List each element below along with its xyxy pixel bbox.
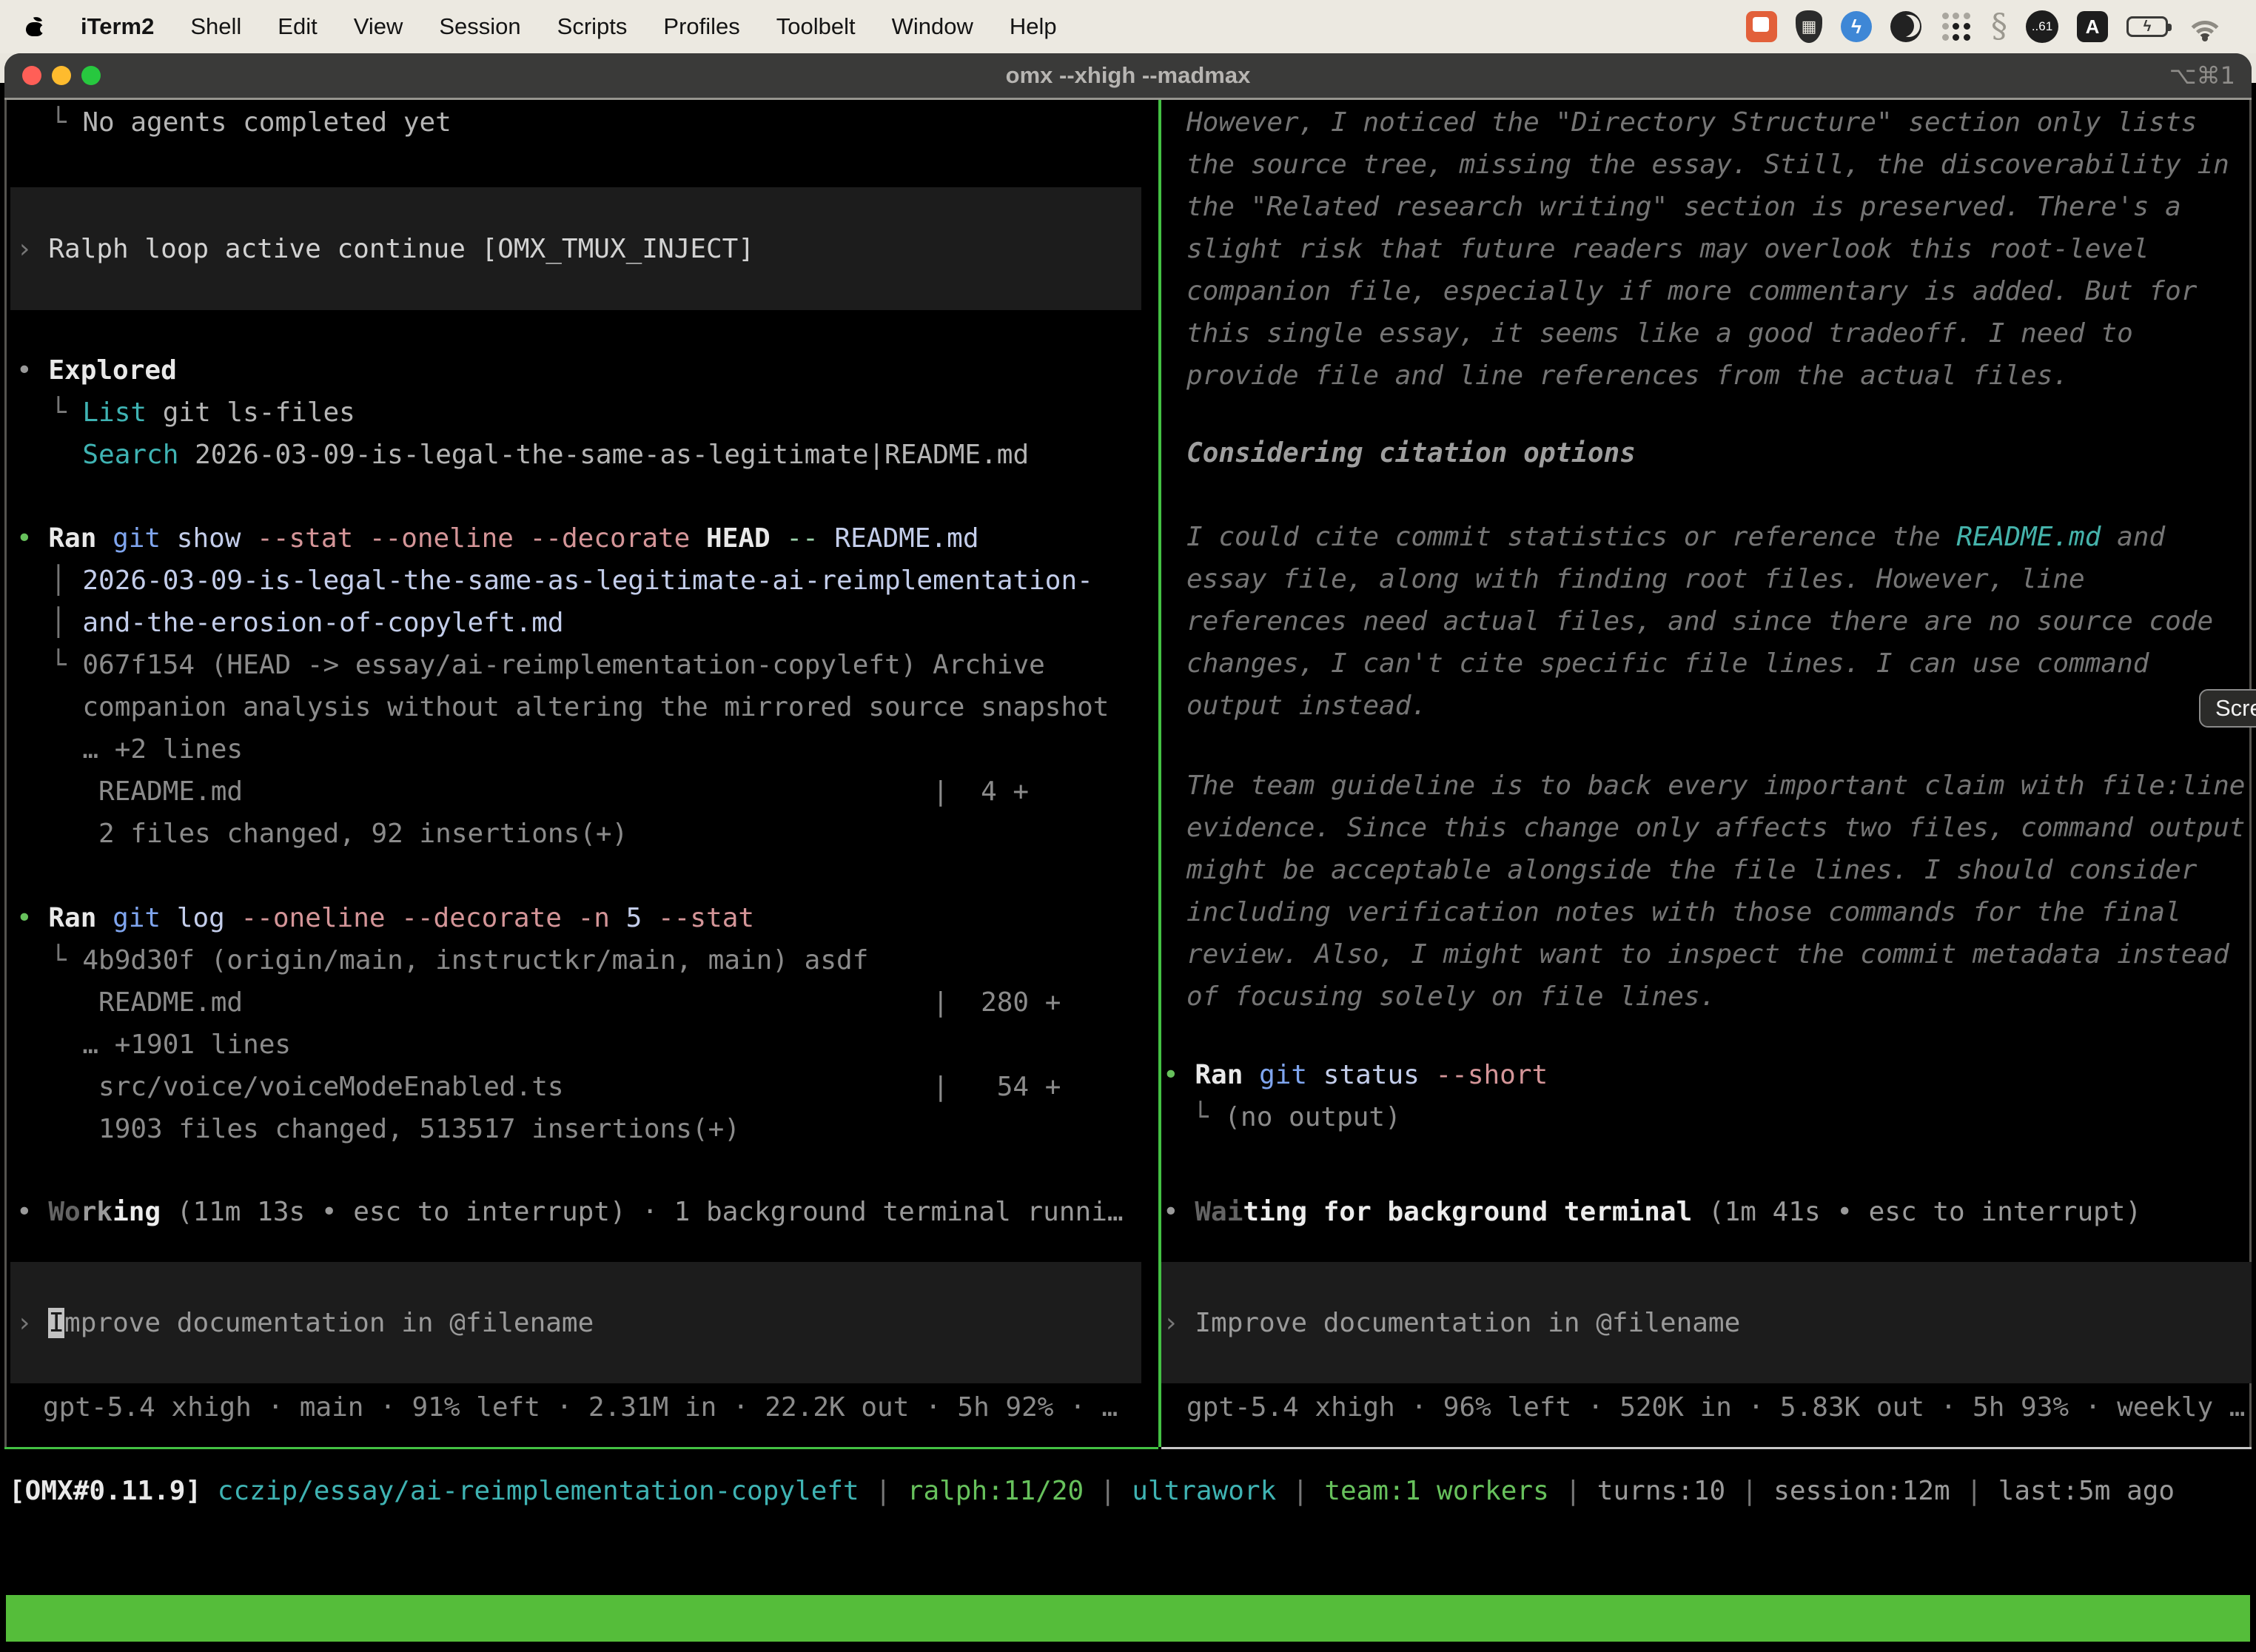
git-log-output-1: └ 4b9d30f (origin/main, instructkr/main,… xyxy=(50,939,868,981)
left-terminal-pane[interactable]: └ No agents completed yet › Ralph loop a… xyxy=(7,100,1158,1447)
tmux-session-window[interactable]: [omx-cczip0:bash* xyxy=(12,1642,284,1652)
git-show-arg-line-2: │ and-the-erosion-of-copyleft.md xyxy=(50,602,564,644)
explored-search-line: Search 2026-03-09-is-legal-the-same-as-l… xyxy=(50,434,1029,476)
reasoning-para3-line5: review. Also, I might want to inspect th… xyxy=(1186,933,2229,976)
reasoning-para3-line6: of focusing solely on file lines. xyxy=(1186,976,1716,1018)
text-cursor: I xyxy=(48,1308,64,1338)
menu-item-session[interactable]: Session xyxy=(439,0,520,53)
right-terminal-pane[interactable]: However, I noticed the "Directory Struct… xyxy=(1161,100,2252,1447)
reasoning-para2-line4: changes, I can't cite specific file line… xyxy=(1186,642,2149,685)
menu-item-edit[interactable]: Edit xyxy=(278,0,317,53)
menu-item-scripts[interactable]: Scripts xyxy=(557,0,628,53)
turns-counter: turns:10 xyxy=(1597,1476,1725,1506)
reasoning-para3-line4: including verification notes with those … xyxy=(1186,891,2181,933)
git-log-command-line: • Ran git log --oneline --decorate -n 5 … xyxy=(16,897,754,939)
input-source-icon[interactable]: A xyxy=(2077,11,2108,42)
pane-bottom-border-left xyxy=(4,1447,1158,1449)
reasoning-para3-line2: evidence. Since this change only affects… xyxy=(1186,807,2245,849)
git-show-output-5: 2 files changed, 92 insertions(+) xyxy=(50,813,628,855)
reasoning-para1-line4: slight risk that future readers may over… xyxy=(1186,228,2149,270)
shield-grid-icon[interactable]: ▦ xyxy=(1796,10,1822,43)
reasoning-para1-line7: provide file and line references from th… xyxy=(1186,355,2069,397)
inject-message-box[interactable]: › Ralph loop active continue [OMX_TMUX_I… xyxy=(10,187,1141,310)
menu-bar: iTerm2 Shell Edit View Session Scripts P… xyxy=(0,0,2256,53)
tab-shortcut-label: ⌥⌘1 xyxy=(2169,53,2235,98)
right-prompt-input[interactable]: › Improve documentation in @filename xyxy=(1161,1262,2252,1383)
ultrawork-label: ultrawork xyxy=(1132,1476,1276,1506)
omx-branch-path: cczip/essay/ai-reimplementation-copyleft xyxy=(201,1476,859,1506)
dots-grid-icon[interactable] xyxy=(1940,10,1973,43)
git-show-arg-line-1: │ 2026-03-09-is-legal-the-same-as-legiti… xyxy=(50,560,1093,602)
git-log-output-4: src/voice/voiceModeEnabled.ts | 54 + xyxy=(50,1066,1061,1108)
readme-link: README.md xyxy=(1956,522,2101,552)
reasoning-para1-line6: this single essay, it seems like a good … xyxy=(1186,312,2133,355)
inject-message: › Ralph loop active continue [OMX_TMUX_I… xyxy=(10,228,754,270)
menu-item-iterm2[interactable]: iTerm2 xyxy=(81,0,154,53)
tmux-status-bar: [omx-cczip0:bash* "MacBook-Pro-44.local"… xyxy=(6,1595,2250,1642)
right-prompt-text: › Improve documentation in @filename xyxy=(1161,1302,1740,1344)
moon-circle-icon[interactable] xyxy=(1890,11,1921,42)
git-show-output-3: … +2 lines xyxy=(50,728,243,770)
apple-menu-icon[interactable] xyxy=(25,17,44,36)
git-show-output-1: └ 067f154 (HEAD -> essay/ai-reimplementa… xyxy=(50,644,1045,686)
menu-item-toolbelt[interactable]: Toolbelt xyxy=(776,0,856,53)
git-log-output-3: … +1901 lines xyxy=(50,1024,291,1066)
menu-item-help[interactable]: Help xyxy=(1010,0,1057,53)
battery-icon[interactable]: ϟ xyxy=(2126,16,2168,37)
wifi-icon[interactable] xyxy=(2186,12,2223,41)
reasoning-heading: Considering citation options xyxy=(1186,432,1636,474)
git-show-output-2: companion analysis without altering the … xyxy=(50,686,1109,728)
git-show-output-4: README.md | 4 + xyxy=(50,770,1029,813)
left-prompt-text: › Improve documentation in @filename xyxy=(10,1302,594,1344)
dragon-icon[interactable]: § xyxy=(1991,10,2007,43)
pane-left-border xyxy=(4,100,7,1447)
git-log-output-2: README.md | 280 + xyxy=(50,981,1061,1024)
explored-list-line: └ List git ls-files xyxy=(50,392,355,434)
git-log-output-5: 1903 files changed, 513517 insertions(+) xyxy=(50,1108,740,1150)
no-agents-line: └ No agents completed yet xyxy=(50,101,451,144)
reasoning-para2-line2: essay file, along with finding root file… xyxy=(1186,558,2085,600)
session-duration: session:12m xyxy=(1773,1476,1950,1506)
left-prompt-input[interactable]: › Improve documentation in @filename xyxy=(10,1262,1141,1383)
left-model-status-line: gpt-5.4 xhigh · main · 91% left · 2.31M … xyxy=(43,1386,1118,1428)
screen-notification: Scre xyxy=(2199,689,2256,728)
badge-61-icon[interactable]: ..61 xyxy=(2026,10,2058,43)
menu-item-view[interactable]: View xyxy=(354,0,403,53)
iterm2-window: omx --xhigh --madmax ⌥⌘1 └ No agents com… xyxy=(4,53,2252,1652)
waiting-status-line: • Waiting for background terminal (1m 41… xyxy=(1163,1191,2141,1233)
menu-item-shell[interactable]: Shell xyxy=(190,0,241,53)
reasoning-para1-line3: the "Related research writing" section i… xyxy=(1186,186,2181,228)
reasoning-para1-line5: companion file, especially if more comme… xyxy=(1186,270,2197,312)
window-title: omx --xhigh --madmax xyxy=(4,53,2252,98)
right-model-status-line: gpt-5.4 xhigh · 96% left · 520K in · 5.8… xyxy=(1186,1386,2245,1428)
last-activity: last:5m ago xyxy=(1998,1476,2175,1506)
window-title-bar[interactable]: omx --xhigh --madmax ⌥⌘1 xyxy=(4,53,2252,98)
pane-bottom-border-right xyxy=(1161,1447,2252,1449)
git-status-output: └ (no output) xyxy=(1192,1096,1401,1138)
team-workers: team:1 workers xyxy=(1324,1476,1548,1506)
blue-bolt-icon[interactable]: ϟ xyxy=(1841,11,1872,42)
menu-item-profiles[interactable]: Profiles xyxy=(663,0,739,53)
reasoning-para2-line5: output instead. xyxy=(1186,685,1427,727)
working-status-line: • Working (11m 13s • esc to interrupt) ·… xyxy=(16,1191,1124,1233)
reasoning-para1-line1: However, I noticed the "Directory Struct… xyxy=(1186,101,2197,144)
git-status-command-line: • Ran git status --short xyxy=(1163,1054,1548,1096)
omx-version: [OMX#0.11.9] xyxy=(9,1476,201,1506)
menu-item-window[interactable]: Window xyxy=(892,0,973,53)
reasoning-para3-line1: The team guideline is to back every impo… xyxy=(1186,765,2245,807)
git-show-command-line: • Ran git show --stat --oneline --decora… xyxy=(16,517,979,560)
chat-bubble-icon[interactable] xyxy=(1746,11,1777,42)
reasoning-para1-line2: the source tree, missing the essay. Stil… xyxy=(1186,144,2229,186)
reasoning-para2-line3: references need actual files, and since … xyxy=(1186,600,2213,642)
reasoning-para3-line3: might be acceptable alongside the file l… xyxy=(1186,849,2197,891)
ralph-counter: ralph:11/20 xyxy=(907,1476,1084,1506)
explored-line: • Explored xyxy=(16,349,177,392)
omx-status-line: [OMX#0.11.9] cczip/essay/ai-reimplementa… xyxy=(9,1470,2175,1512)
reasoning-para2-line1: I could cite commit statistics or refere… xyxy=(1186,516,2165,558)
